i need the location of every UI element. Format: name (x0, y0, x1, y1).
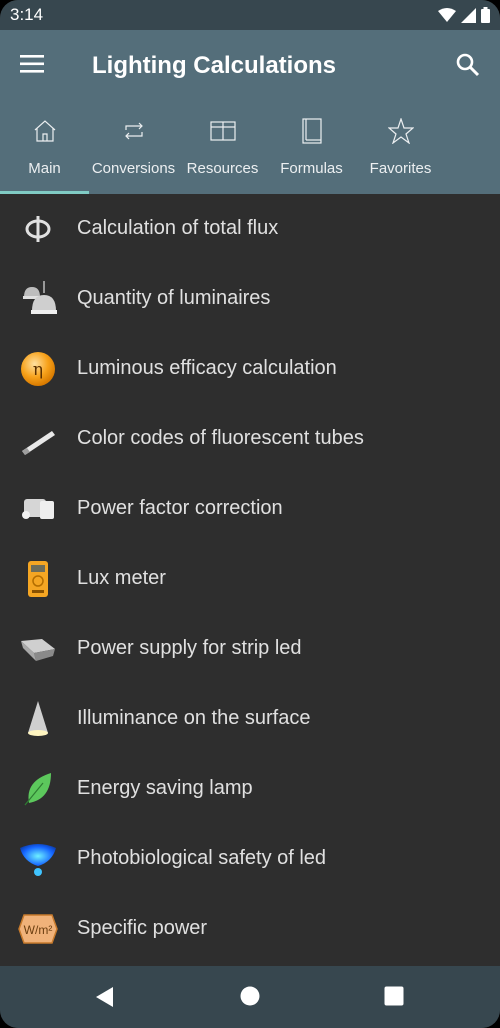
list-item-surface-illuminance[interactable]: Illuminance on the surface (0, 684, 500, 754)
tab-resources[interactable]: Resources (178, 112, 267, 194)
list-item-energy-saving-lamp[interactable]: Energy saving lamp (0, 754, 500, 824)
search-button[interactable] (455, 52, 483, 80)
light-cone-icon (18, 701, 58, 737)
list-item-fluorescent-color-codes[interactable]: Color codes of fluorescent tubes (0, 404, 500, 474)
list-item-luminous-efficacy[interactable]: η Luminous efficacy calculation (0, 334, 500, 404)
menu-button[interactable] (20, 54, 52, 78)
list-item-label: Power factor correction (77, 497, 283, 519)
search-icon (456, 53, 480, 77)
eta-icon: η (18, 351, 58, 387)
tab-favorites[interactable]: Favorites (356, 112, 445, 194)
lux-meter-icon (18, 561, 58, 597)
status-icons (438, 7, 490, 23)
pendant-lamps-icon (18, 281, 58, 317)
table-icon (209, 121, 236, 141)
list-item-led-photobiological-safety[interactable]: Photobiological safety of led (0, 824, 500, 894)
back-icon[interactable] (95, 986, 115, 1008)
list-item-lux-meter[interactable]: Lux meter (0, 544, 500, 614)
list-item-label: Energy saving lamp (77, 777, 253, 799)
list-item-label: Calculation of total flux (77, 217, 279, 239)
list-item-label: Illuminance on the surface (77, 707, 311, 729)
tab-main[interactable]: Main (0, 112, 89, 194)
list-item-label: Specific power (77, 917, 208, 939)
phone-screen: 3:14 Lighting Calculations Main Conversi… (0, 0, 500, 1028)
list-item-led-strip-power-supply[interactable]: Power supply for strip led (0, 614, 500, 684)
tab-bar: Main Conversions Resources Formulas Favo… (0, 112, 500, 194)
home-circle-icon[interactable] (240, 986, 260, 1006)
list-item-label: Color codes of fluorescent tubes (77, 427, 364, 449)
repeat-icon (124, 122, 143, 140)
book-icon (301, 118, 322, 144)
tab-conversions[interactable]: Conversions (89, 112, 178, 194)
tab-formulas[interactable]: Formulas (267, 112, 356, 194)
status-bar: 3:14 (0, 0, 500, 30)
star-icon (387, 118, 414, 144)
leaf-icon (18, 771, 58, 807)
list-item-label: Quantity of luminaires (77, 287, 271, 309)
fluorescent-tube-icon (18, 421, 58, 457)
system-nav-bar (0, 966, 500, 1028)
svg-text:W/m²: W/m² (24, 923, 53, 937)
capacitor-icon (18, 491, 58, 527)
tab-label: Favorites (369, 160, 432, 177)
list-item-label: Luminous efficacy calculation (77, 357, 337, 379)
list-item-quantity-of-luminaires[interactable]: Quantity of luminaires (0, 264, 500, 334)
list-item-label: Lux meter (77, 567, 166, 589)
app-title: Lighting Calculations (92, 52, 336, 79)
list-item-label: Photobiological safety of led (77, 847, 327, 869)
phi-icon (18, 211, 58, 247)
list-item-specific-power[interactable]: W/m² Specific power (0, 894, 500, 964)
list-item-total-flux[interactable]: Calculation of total flux (0, 194, 500, 264)
wifi-icon (438, 8, 456, 22)
hamburger-menu-icon (20, 55, 44, 73)
list-item-power-factor-correction[interactable]: Power factor correction (0, 474, 500, 544)
recents-icon[interactable] (384, 986, 404, 1006)
power-supply-icon (18, 631, 58, 667)
svg-text:η: η (33, 360, 43, 380)
home-icon (34, 120, 55, 142)
calculations-list: Calculation of total flux Quantity of lu… (0, 194, 500, 966)
watts-per-square-meter-icon: W/m² (18, 911, 58, 947)
battery-icon (481, 7, 490, 23)
app-bar: Lighting Calculations Main Conversions R… (0, 30, 500, 194)
blue-led-icon (18, 841, 58, 877)
status-time: 3:14 (10, 5, 44, 24)
list-item-label: Power supply for strip led (77, 637, 302, 659)
signal-icon (461, 7, 476, 23)
